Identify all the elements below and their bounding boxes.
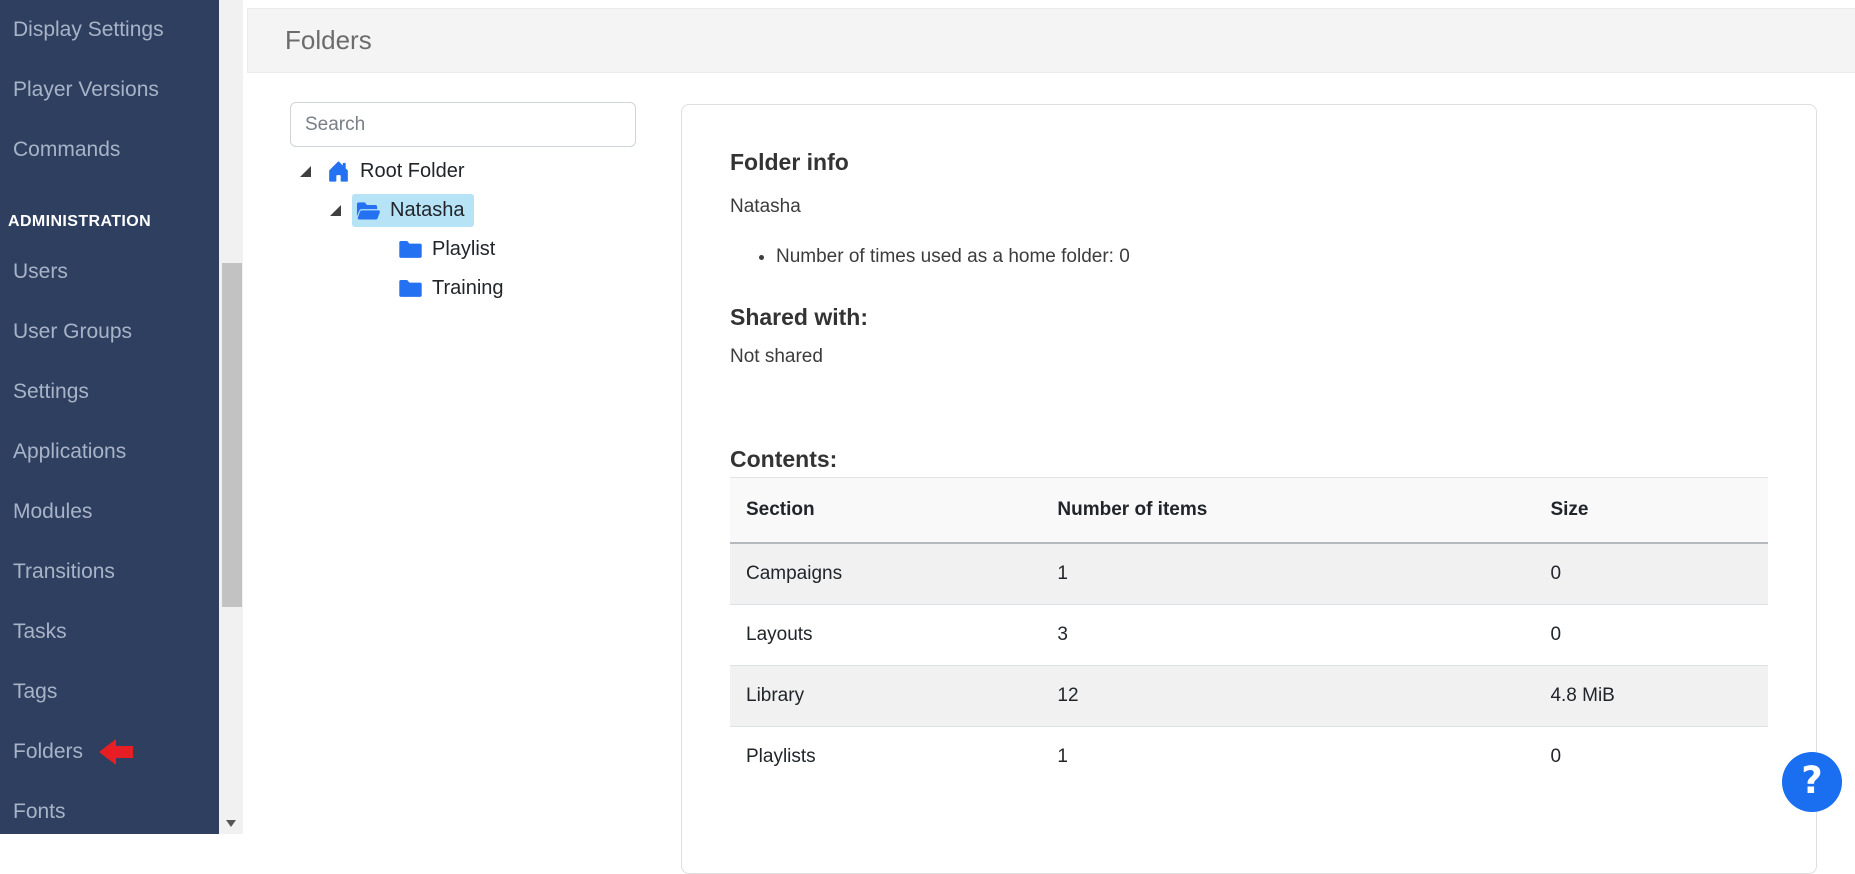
sidebar-item-label: Player Versions xyxy=(13,78,159,102)
cell-size: 4.8 MiB xyxy=(1534,666,1768,727)
sidebar-item-label: Applications xyxy=(13,440,126,464)
sidebar-section-administration: ADMINISTRATION xyxy=(0,202,219,242)
contents-table-header-row: Section Number of items Size xyxy=(730,478,1768,544)
tree-node-label: Root Folder xyxy=(360,160,465,183)
search-input[interactable] xyxy=(290,102,636,147)
folder-icon xyxy=(398,239,423,260)
folder-name: Natasha xyxy=(730,196,1768,218)
sidebar-item-applications[interactable]: Applications xyxy=(0,422,219,482)
sidebar-item-label: Tasks xyxy=(13,620,67,644)
sidebar-item-tasks[interactable]: Tasks xyxy=(0,602,219,662)
cell-size: 0 xyxy=(1534,727,1768,788)
tree-indent xyxy=(290,288,394,289)
sidebar-scrollbar-track[interactable] xyxy=(219,0,243,834)
home-icon xyxy=(326,161,351,182)
tree-node-label: Playlist xyxy=(432,238,495,261)
cell-section: Campaigns xyxy=(730,543,1041,605)
tree-expander-icon[interactable] xyxy=(330,205,352,216)
tree-node-root-folder[interactable]: Root Folder xyxy=(322,155,474,188)
sidebar-item-label: User Groups xyxy=(13,320,132,344)
table-row-campaigns: Campaigns 1 0 xyxy=(730,543,1768,605)
tree-indent xyxy=(290,249,394,250)
sidebar-item-user-groups[interactable]: User Groups xyxy=(0,302,219,362)
cell-count: 1 xyxy=(1041,727,1534,788)
sidebar-item-label: Modules xyxy=(13,500,92,524)
cell-count: 12 xyxy=(1041,666,1534,727)
tree-node-label: Natasha xyxy=(390,199,465,222)
cell-section: Playlists xyxy=(730,727,1041,788)
sidebar-item-display-settings[interactable]: Display Settings xyxy=(0,0,219,60)
sidebar-item-transitions[interactable]: Transitions xyxy=(0,542,219,602)
sidebar-item-label: Commands xyxy=(13,138,120,162)
sidebar-item-commands[interactable]: Commands xyxy=(0,120,219,180)
tree-node-training[interactable]: Training xyxy=(394,272,513,305)
cell-count: 1 xyxy=(1041,543,1534,605)
sidebar-item-label: Tags xyxy=(13,680,57,704)
tree-node-natasha[interactable]: Natasha xyxy=(352,194,474,227)
tree-row-root-folder: Root Folder xyxy=(290,152,513,191)
tree-indent xyxy=(290,171,300,172)
sidebar-item-player-versions[interactable]: Player Versions xyxy=(0,60,219,120)
tree-node-label: Training xyxy=(432,277,504,300)
folder-tree: Root Folder Natasha Playlist xyxy=(290,152,513,308)
sidebar-item-folders[interactable]: Folders xyxy=(0,722,219,782)
tree-indent xyxy=(290,210,330,211)
table-row-layouts: Layouts 3 0 xyxy=(730,605,1768,666)
sidebar-item-modules[interactable]: Modules xyxy=(0,482,219,542)
sidebar-menu: Display Settings Player Versions Command… xyxy=(0,0,219,842)
cell-size: 0 xyxy=(1534,543,1768,605)
page-header: Folders xyxy=(247,8,1855,73)
folder-icon xyxy=(398,278,423,299)
tree-row-natasha: Natasha xyxy=(290,191,513,230)
table-row-library: Library 12 4.8 MiB xyxy=(730,666,1768,727)
column-header-section: Section xyxy=(730,478,1041,544)
sidebar: Display Settings Player Versions Command… xyxy=(0,0,219,834)
shared-with-heading: Shared with: xyxy=(730,304,1768,331)
tree-node-playlist[interactable]: Playlist xyxy=(394,233,504,266)
sidebar-item-label: Display Settings xyxy=(13,18,164,42)
home-folder-usage: Number of times used as a home folder: 0 xyxy=(776,246,1768,268)
sidebar-item-label: Settings xyxy=(13,380,89,404)
sidebar-section-label: ADMINISTRATION xyxy=(8,213,151,231)
page-title: Folders xyxy=(285,25,372,56)
folder-info-heading: Folder info xyxy=(730,149,1768,176)
sidebar-scrollbar-thumb[interactable] xyxy=(222,263,242,607)
tree-row-training: Training xyxy=(290,269,513,308)
folder-detail-list: Number of times used as a home folder: 0 xyxy=(730,246,1768,268)
scrollbar-down-arrow-icon[interactable] xyxy=(226,820,236,827)
tree-expander-icon[interactable] xyxy=(300,166,322,177)
contents-table: Section Number of items Size Campaigns 1… xyxy=(730,477,1768,787)
cell-count: 3 xyxy=(1041,605,1534,666)
contents-heading: Contents: xyxy=(730,446,1768,473)
folder-info-card: Folder info Natasha Number of times used… xyxy=(681,104,1817,874)
sidebar-item-label: Folders xyxy=(13,740,83,764)
table-row-playlists: Playlists 1 0 xyxy=(730,727,1768,788)
sidebar-item-fonts[interactable]: Fonts xyxy=(0,782,219,842)
column-header-number-of-items: Number of items xyxy=(1041,478,1534,544)
tree-row-playlist: Playlist xyxy=(290,230,513,269)
cell-section: Library xyxy=(730,666,1041,727)
cell-section: Layouts xyxy=(730,605,1041,666)
sidebar-item-label: Users xyxy=(13,260,68,284)
annotation-arrow-left-icon xyxy=(99,739,135,765)
sidebar-item-label: Transitions xyxy=(13,560,115,584)
question-mark-icon: ? xyxy=(1801,762,1822,799)
folder-open-icon xyxy=(356,200,381,221)
sidebar-item-settings[interactable]: Settings xyxy=(0,362,219,422)
column-header-size: Size xyxy=(1534,478,1768,544)
cell-size: 0 xyxy=(1534,605,1768,666)
sidebar-item-label: Fonts xyxy=(13,800,66,824)
sidebar-item-users[interactable]: Users xyxy=(0,242,219,302)
help-button[interactable]: ? xyxy=(1782,752,1842,812)
shared-with-value: Not shared xyxy=(730,346,1768,368)
sidebar-item-tags[interactable]: Tags xyxy=(0,662,219,722)
